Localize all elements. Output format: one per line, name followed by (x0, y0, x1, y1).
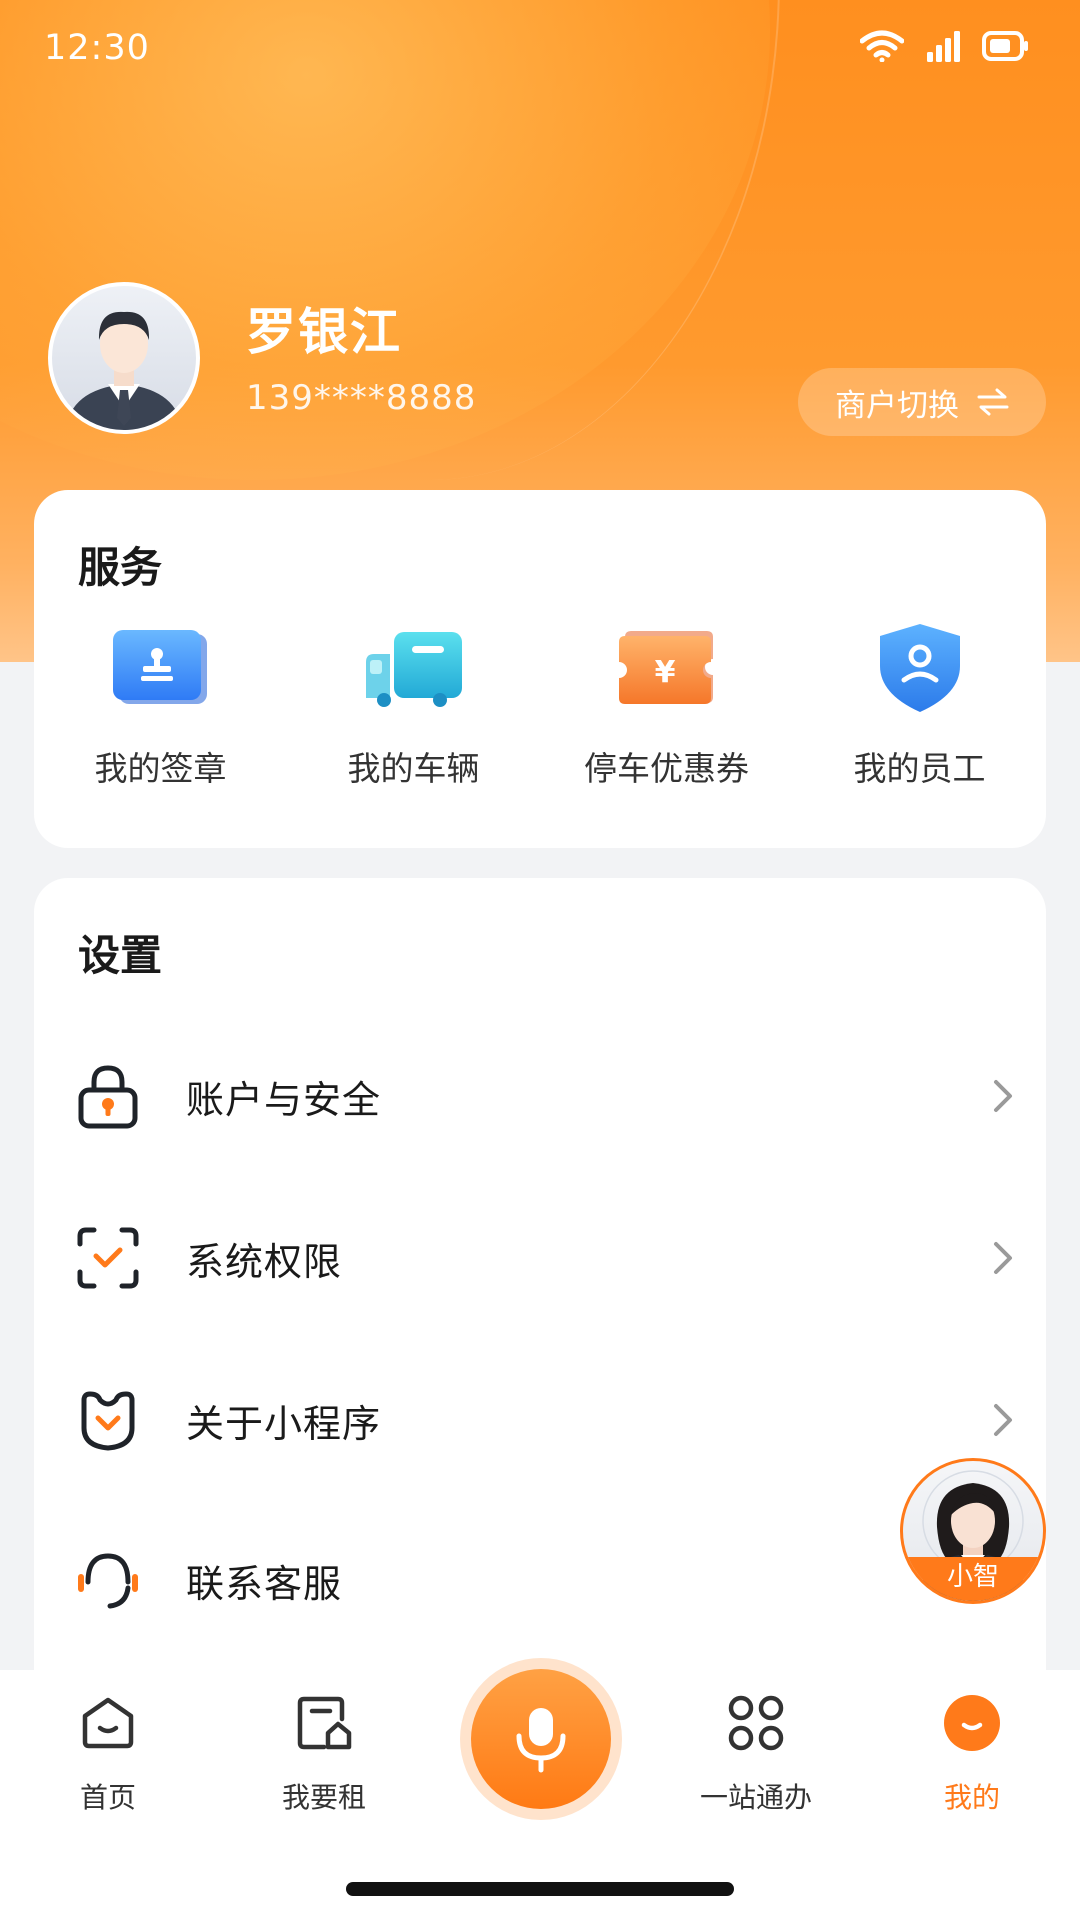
mic-icon (516, 1708, 566, 1773)
battery-icon (982, 31, 1028, 61)
tab-mine[interactable]: 我的 (882, 1690, 1062, 1816)
switch-merchant-button[interactable]: 商户切换 (798, 368, 1046, 436)
setting-row-customer-service[interactable]: 联系客服 (34, 1520, 1046, 1640)
setting-row-account-security[interactable]: 账户与安全 (34, 1036, 1046, 1156)
status-bar: 12:30 (0, 0, 1080, 100)
setting-row-about-miniprogram[interactable]: 关于小程序 (34, 1360, 1046, 1480)
settings-title: 设置 (78, 931, 163, 980)
svg-text:¥: ¥ (654, 655, 675, 690)
service-my-stamp[interactable]: 我的签章 (34, 618, 287, 790)
tab-label: 我的 (943, 1781, 1000, 1814)
setting-label: 联系客服 (186, 1561, 343, 1606)
services-grid: 我的签章 我的车辆 ¥ 停车优惠券 我的员工 (34, 618, 1046, 790)
profile-icon (939, 1690, 1005, 1756)
service-my-staff[interactable]: 我的员工 (793, 618, 1046, 790)
chevron-right-icon (994, 1404, 1012, 1436)
tab-rent[interactable]: 我要租 (234, 1690, 414, 1816)
permission-check-icon (74, 1224, 142, 1292)
service-my-vehicle[interactable]: 我的车辆 (287, 618, 540, 790)
service-label: 我的签章 (94, 749, 227, 788)
switch-arrows-icon (977, 388, 1009, 416)
coupon-icon: ¥ (612, 618, 722, 718)
setting-label: 账户与安全 (186, 1077, 382, 1122)
chevron-right-icon (994, 1242, 1012, 1274)
grid-icon (723, 1690, 789, 1756)
service-parking-coupon[interactable]: ¥ 停车优惠券 (540, 618, 793, 790)
setting-row-system-permission[interactable]: 系统权限 (34, 1198, 1046, 1318)
stamp-icon (106, 618, 216, 718)
status-time: 12:30 (44, 28, 150, 68)
mic-button-inner (471, 1669, 611, 1809)
lock-icon (74, 1062, 142, 1130)
tab-label: 一站通办 (699, 1781, 812, 1814)
badge-icon (74, 1386, 142, 1454)
rent-icon (291, 1690, 357, 1756)
service-label: 我的员工 (853, 749, 986, 788)
headset-icon (74, 1546, 142, 1614)
tab-label: 首页 (79, 1781, 136, 1814)
avatar[interactable] (48, 282, 200, 434)
services-card: 服务 我的签章 我的车辆 ¥ 停车优惠券 我的员工 (34, 490, 1046, 848)
setting-label: 系统权限 (186, 1239, 343, 1284)
assistant-name-tag: 小智 (903, 1557, 1043, 1601)
signal-icon (927, 31, 960, 62)
home-indicator (346, 1882, 734, 1896)
user-avatar-icon (66, 311, 182, 430)
voice-mic-button[interactable] (460, 1658, 622, 1820)
service-label: 停车优惠券 (584, 749, 749, 788)
truck-icon (359, 618, 469, 718)
tab-label: 我要租 (281, 1781, 366, 1814)
wifi-icon (860, 30, 904, 62)
assistant-floating-button[interactable]: 小智 (900, 1458, 1046, 1604)
tab-home[interactable]: 首页 (18, 1690, 198, 1816)
services-title: 服务 (78, 543, 163, 592)
status-icons (860, 30, 1030, 62)
staff-shield-icon (865, 618, 975, 718)
service-label: 我的车辆 (347, 749, 480, 788)
user-phone: 139****8888 (246, 378, 477, 418)
profile-page: 12:30 罗银江 139****8888 商户切换 服务 我的签章 我的车辆 … (0, 0, 1080, 1920)
chevron-right-icon (994, 1080, 1012, 1112)
setting-label: 关于小程序 (186, 1401, 382, 1446)
user-name: 罗银江 (246, 303, 402, 361)
home-icon (75, 1690, 141, 1756)
tab-one-stop-service[interactable]: 一站通办 (666, 1690, 846, 1816)
switch-merchant-label: 商户切换 (835, 387, 959, 424)
